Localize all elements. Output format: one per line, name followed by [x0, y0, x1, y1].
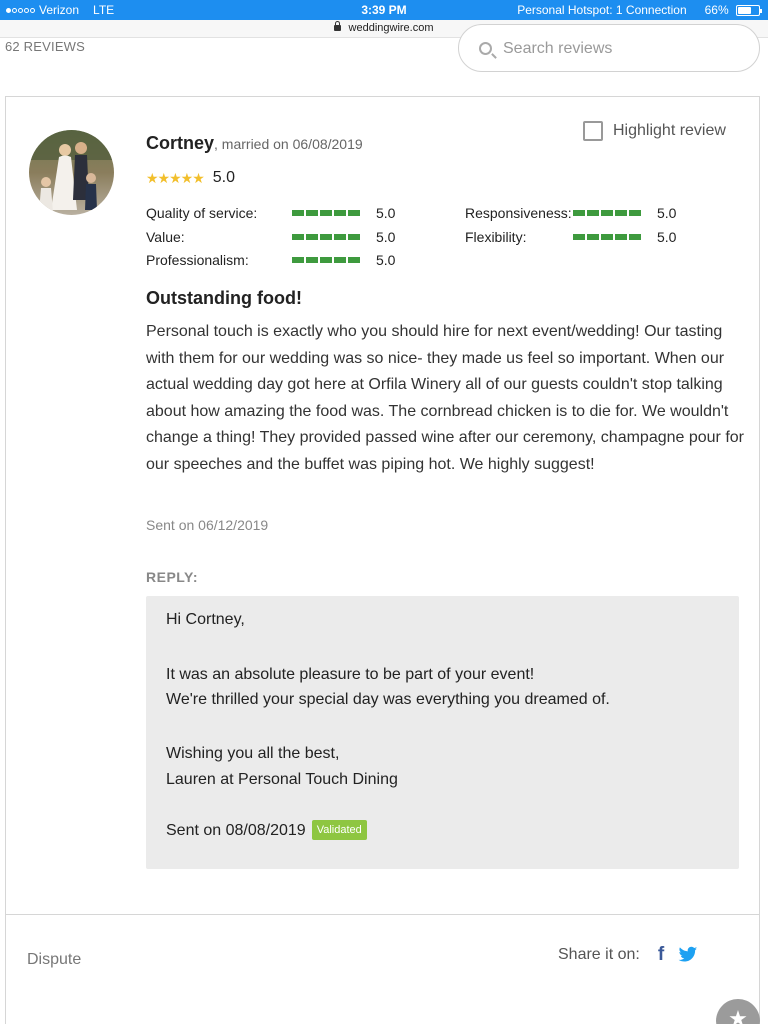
rating-label: Quality of service: — [146, 205, 258, 221]
reply-closing: Wishing you all the best, — [166, 745, 340, 762]
rating-quality-of-service: Quality of service: 5.0 — [146, 205, 395, 221]
highlight-checkbox[interactable] — [583, 121, 603, 141]
rating-bar — [292, 234, 360, 240]
reply-line-1: It was an absolute pleasure to be part o… — [166, 666, 535, 683]
search-reviews-box[interactable] — [458, 24, 760, 72]
url-text: weddingwire.com — [348, 22, 434, 34]
share-label: Share it on: — [558, 946, 640, 963]
review-body: Personal touch is exactly who you should… — [146, 323, 744, 473]
star-rating-icon: ★★★★★ — [146, 169, 205, 186]
rating-responsiveness: Responsiveness: 5.0 — [465, 205, 676, 221]
review-card: Highlight review Cortney, married on 06/… — [5, 96, 760, 1024]
battery-status: 66% — [704, 3, 762, 17]
reply-label: REPLY: — [146, 569, 199, 585]
overall-rating-value: 5.0 — [212, 169, 236, 186]
author-name: Cortney — [146, 133, 215, 153]
share-bar: Share it on: f — [558, 944, 698, 966]
highlight-review-toggle[interactable]: Highlight review — [583, 121, 726, 141]
avatar-photo — [29, 130, 114, 215]
status-right: Personal Hotspot: 1 Connection 66% — [517, 3, 762, 17]
rating-value: 5.0 — [376, 252, 396, 268]
reply-signature: Lauren at Personal Touch Dining — [166, 771, 398, 788]
lock-icon — [334, 21, 342, 31]
battery-percent: 66% — [704, 3, 729, 17]
highlight-label: Highlight review — [613, 122, 726, 139]
search-icon — [479, 42, 492, 55]
reply-sent: Sent on 08/08/2019 Validated — [166, 820, 367, 840]
facebook-icon[interactable]: f — [658, 944, 664, 966]
battery-icon — [736, 5, 762, 17]
rating-value-for-money: Value: 5.0 — [146, 229, 395, 245]
rating-flexibility: Flexibility: 5.0 — [465, 229, 676, 245]
married-date: , married on 06/08/2019 — [214, 136, 363, 152]
rating-label: Value: — [146, 229, 185, 245]
rating-label: Flexibility: — [465, 229, 527, 245]
reviews-count: 62 REVIEWS — [5, 39, 86, 54]
review-title: Outstanding food! — [146, 288, 302, 308]
rating-value: 5.0 — [657, 205, 677, 221]
rating-bar — [573, 210, 641, 216]
dispute-link[interactable]: Dispute — [27, 951, 81, 969]
review-author: Cortney, married on 06/08/2019 — [146, 133, 363, 154]
rating-bar — [573, 234, 641, 240]
rating-bar — [292, 257, 360, 263]
rating-value: 5.0 — [657, 229, 677, 245]
hotspot-status: Personal Hotspot: 1 Connection — [517, 3, 687, 17]
search-input[interactable] — [503, 38, 743, 60]
review-sent-date: Sent on 06/12/2019 — [146, 517, 269, 533]
rating-value: 5.0 — [376, 205, 396, 221]
rating-value: 5.0 — [376, 229, 396, 245]
status-bar: Verizon LTE 3:39 PM Personal Hotspot: 1 … — [0, 0, 768, 20]
validated-badge: Validated — [311, 820, 367, 840]
overall-rating: ★★★★★ 5.0 — [146, 169, 235, 187]
reply-sent-date: Sent on 08/08/2019 — [166, 822, 306, 839]
divider — [6, 914, 759, 915]
rating-label: Responsiveness: — [465, 205, 572, 221]
twitter-icon[interactable] — [678, 946, 698, 964]
rating-label: Professionalism: — [146, 252, 249, 268]
avatar — [29, 130, 114, 215]
rating-professionalism: Professionalism: 5.0 — [146, 252, 395, 268]
reply-line-2: We're thrilled your special day was ever… — [166, 691, 610, 708]
reply-box: Hi Cortney, It was an absolute pleasure … — [146, 596, 739, 869]
rating-bar — [292, 210, 360, 216]
reply-greeting: Hi Cortney, — [166, 611, 245, 628]
